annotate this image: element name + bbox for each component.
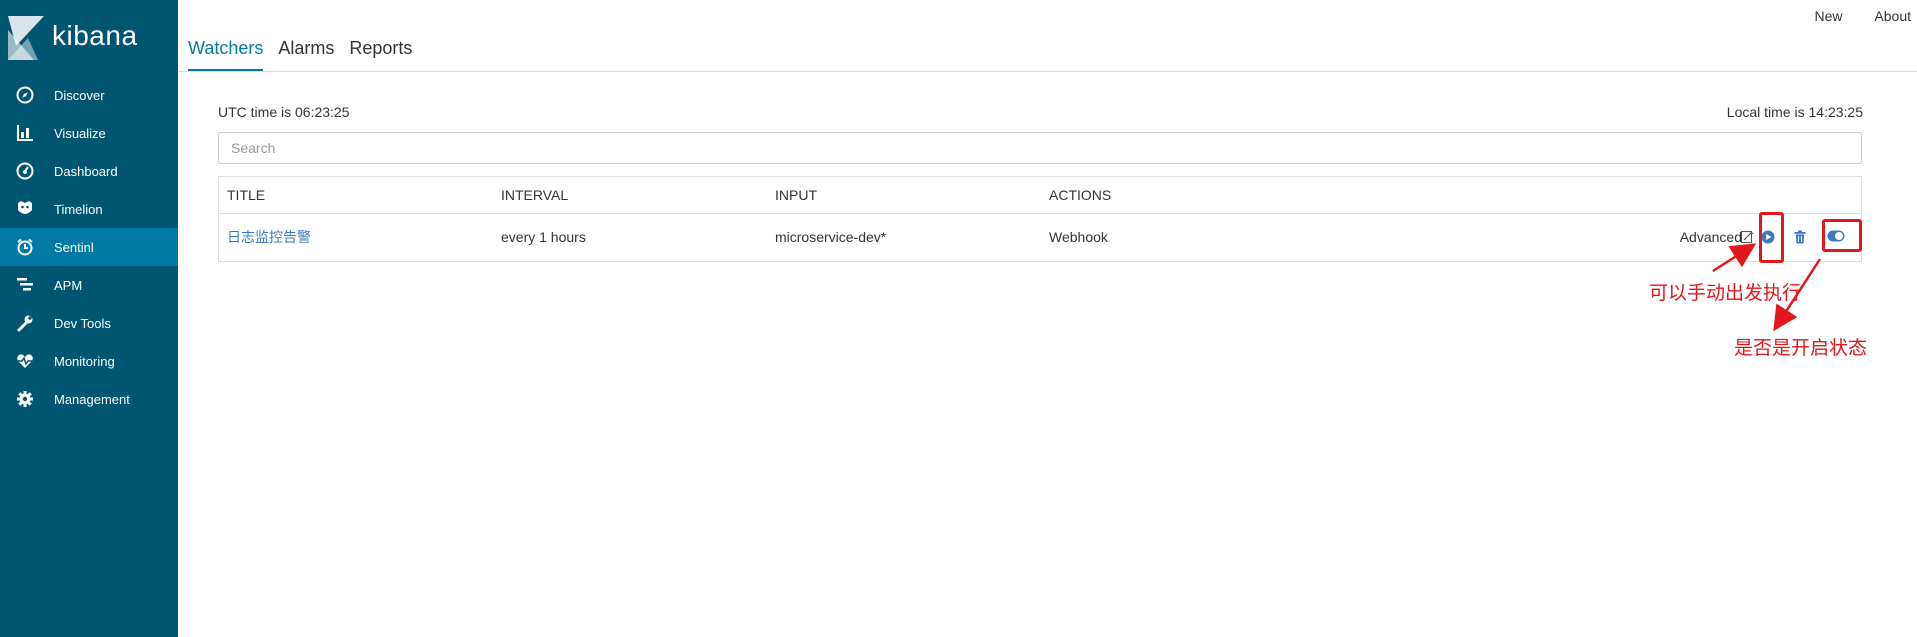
toggle-arrow: [1773, 258, 1822, 332]
execute-arrow: [1712, 243, 1757, 273]
annotation-arrows: [1712, 243, 1822, 332]
